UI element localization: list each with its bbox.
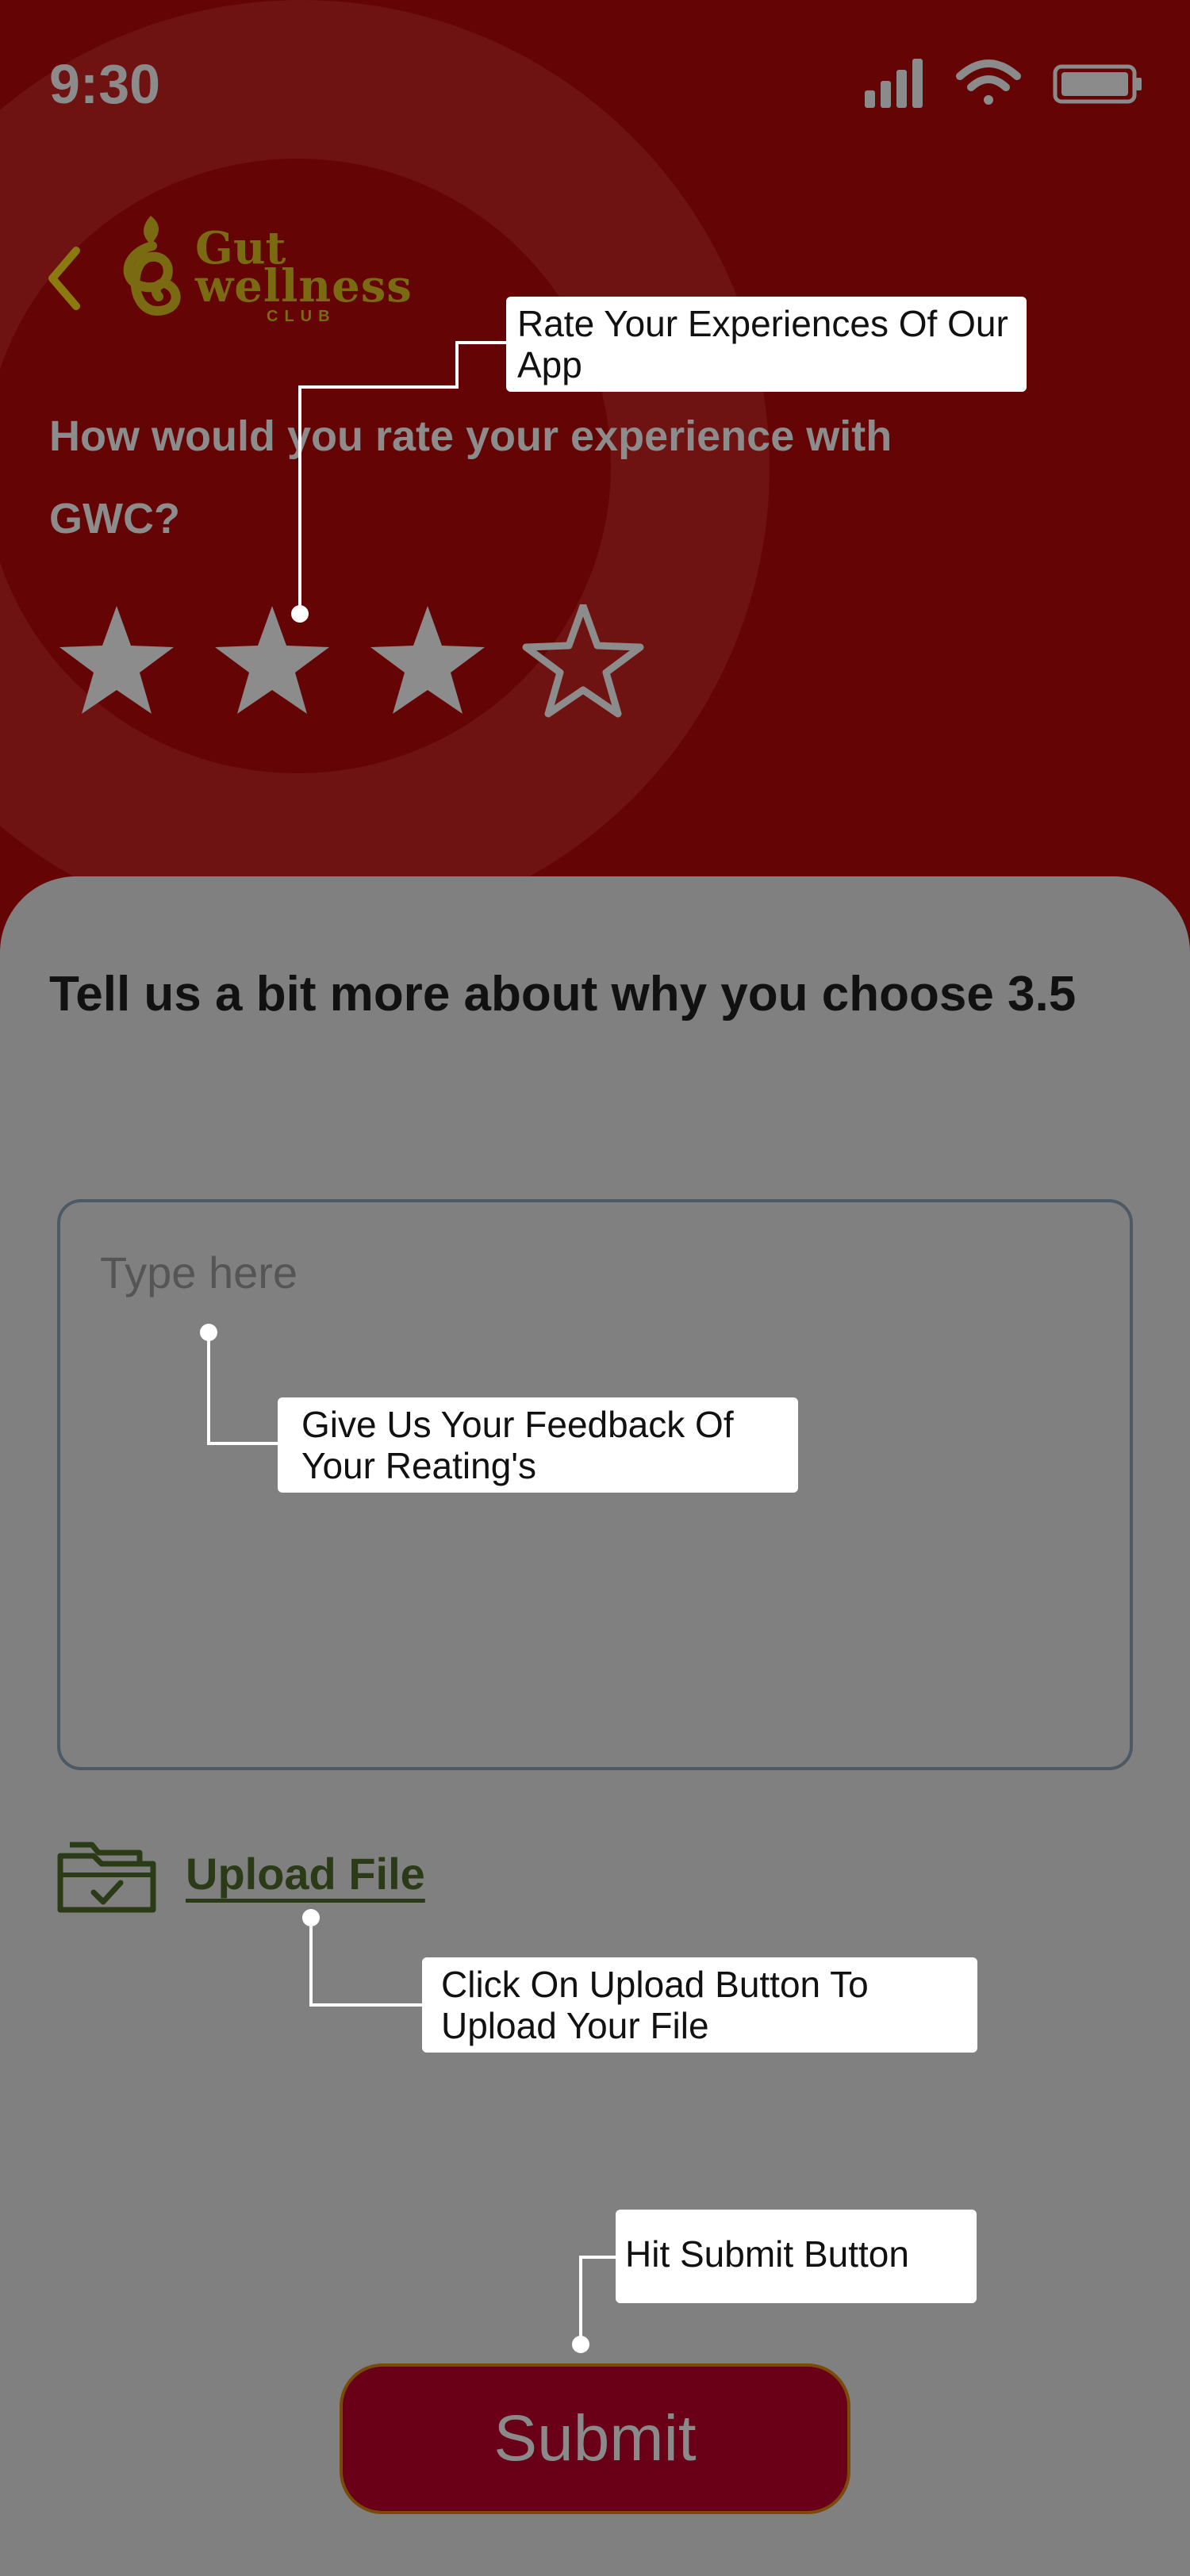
back-chevron-icon[interactable] — [41, 243, 89, 314]
header-area: 9:30 Gut wellness CLUB How would you rat… — [0, 0, 1190, 880]
upload-file-link[interactable]: Upload File — [186, 1848, 425, 1899]
signal-icon — [865, 59, 923, 108]
status-time: 9:30 — [49, 53, 161, 115]
wifi-icon — [956, 59, 1021, 105]
gut-wellness-club-logo: Gut wellness CLUB — [111, 208, 452, 343]
status-icons — [865, 59, 1142, 108]
folder-check-icon[interactable] — [57, 1832, 156, 1915]
feedback-heading: Tell us a bit more about why you choose … — [49, 967, 1077, 1022]
rating-question: How would you rate your experience with … — [49, 412, 892, 542]
submit-button[interactable]: Submit — [340, 2363, 850, 2514]
callout-submit: Hit Submit Button — [616, 2210, 977, 2303]
star-icon[interactable] — [370, 606, 485, 714]
callout-upload: Click On Upload Button To Upload Your Fi… — [422, 1957, 977, 2053]
star-icon[interactable] — [215, 606, 329, 714]
callout-rate: Rate Your Experiences Of Our App — [506, 297, 1027, 392]
callout-feedback: Give Us Your Feedback Of Your Reating's — [278, 1397, 798, 1493]
star-icon[interactable] — [60, 606, 174, 714]
battery-icon — [1053, 64, 1142, 104]
half-star-icon[interactable] — [526, 606, 640, 714]
star-rating[interactable] — [57, 604, 660, 723]
